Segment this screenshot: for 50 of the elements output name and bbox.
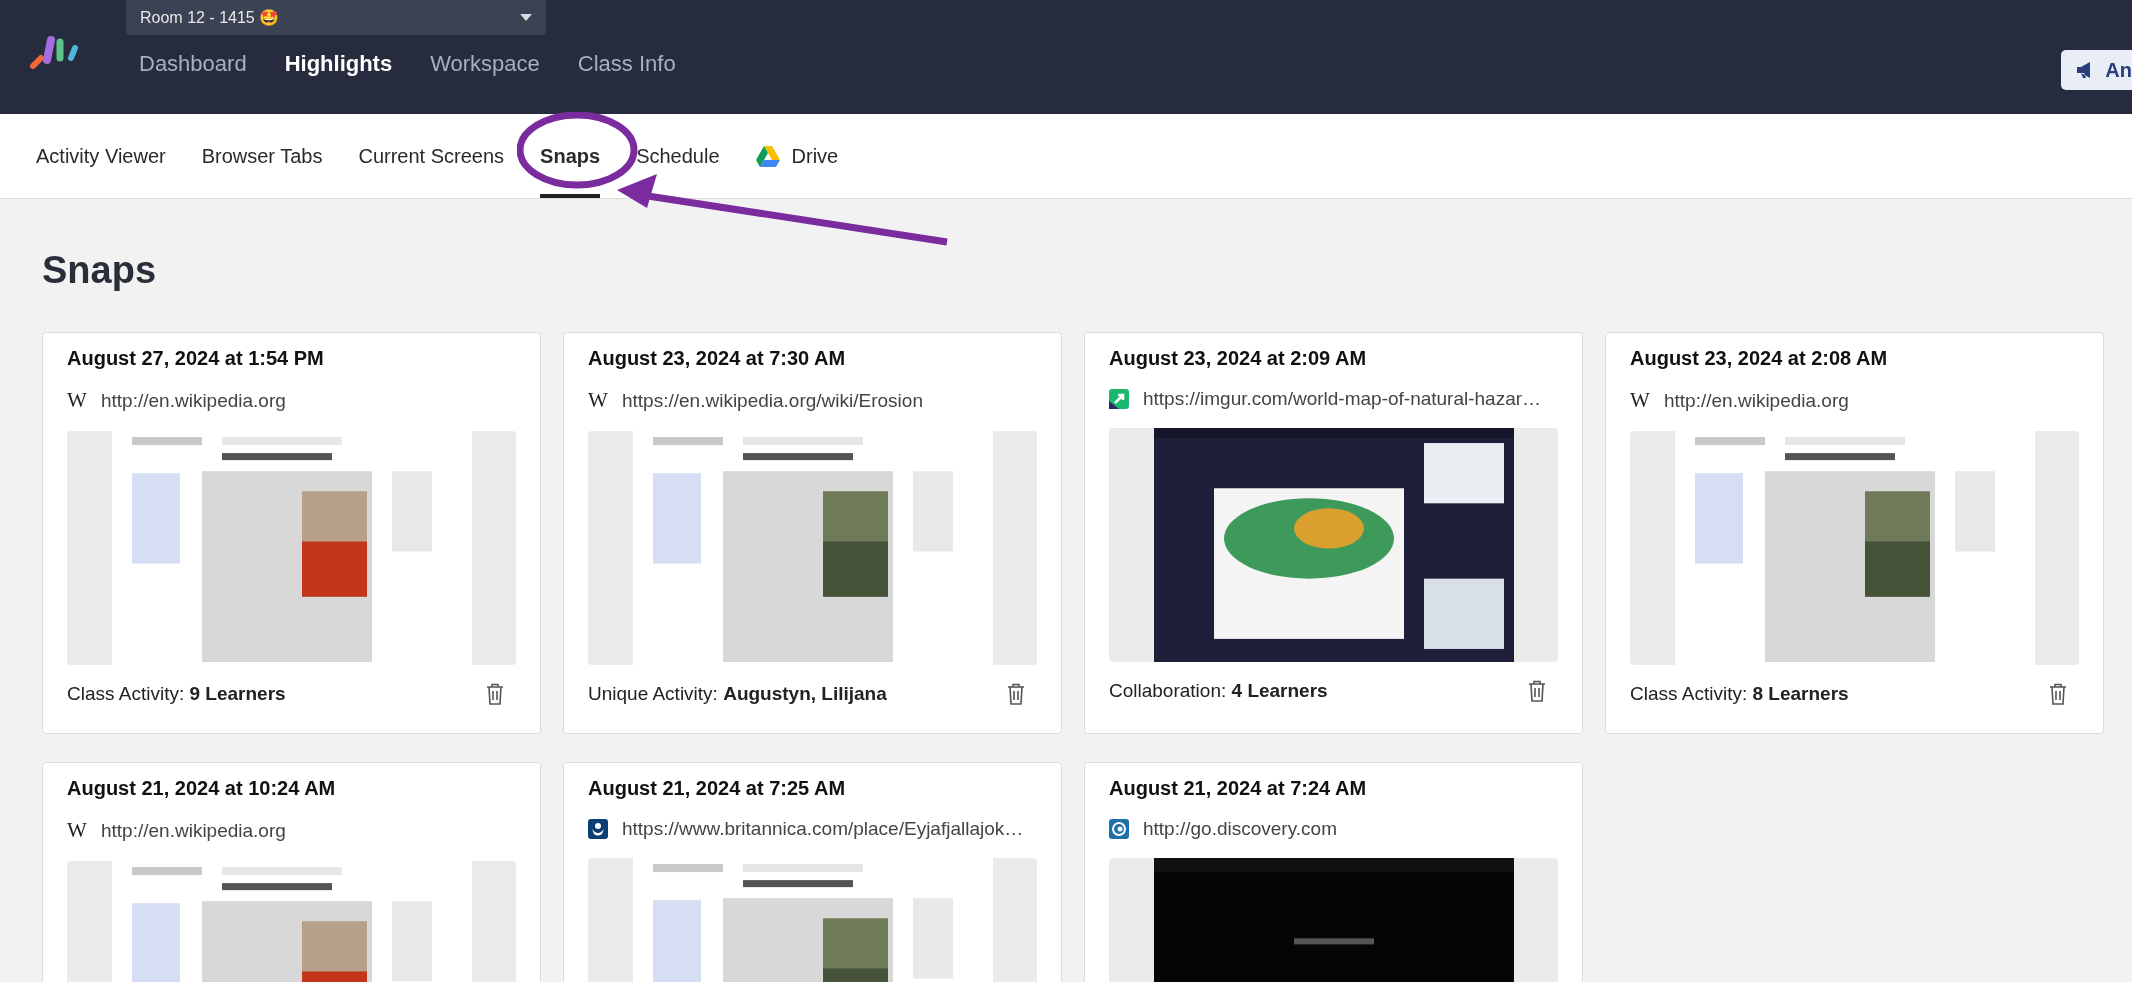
nav-tab[interactable]: Workspace <box>430 51 540 77</box>
trash-icon[interactable] <box>486 683 504 705</box>
snap-date: August 23, 2024 at 2:08 AM <box>1630 347 1889 370</box>
trash-icon[interactable] <box>1528 680 1546 702</box>
spiral-icon <box>1109 819 1129 839</box>
snap-card[interactable]: August 23, 2024 at 2:08 AM W http://en.wikipedia.org Class Activity: 8 Learners <box>1605 332 2104 734</box>
snap-url[interactable]: http://en.wikipedia.org <box>101 819 286 842</box>
activity-summary: Unique Activity: Augustyn, Lilijana <box>588 683 887 705</box>
snap-card[interactable]: August 21, 2024 at 10:24 AM W http://en.wikipedia.org <box>42 762 541 982</box>
activity-summary: Class Activity: 8 Learners <box>1630 683 1849 705</box>
snap-url[interactable]: http://go.discovery.com <box>1143 818 1337 840</box>
snap-date: August 23, 2024 at 7:30 AM <box>588 347 847 370</box>
snap-url[interactable]: http://en.wikipedia.org <box>101 389 286 412</box>
emblem-icon <box>588 819 608 839</box>
sub-tab[interactable]: Schedule <box>636 114 720 198</box>
snap-url[interactable]: https://en.wikipedia.org/wiki/Erosion <box>622 389 923 412</box>
snap-date: August 21, 2024 at 7:24 AM <box>1109 777 1368 800</box>
drive-icon <box>755 145 780 167</box>
snap-card[interactable]: August 21, 2024 at 7:24 AM http://go.discovery.com <box>1084 762 1583 982</box>
snap-card[interactable]: August 21, 2024 at 7:25 AM https://www.britannica.com/place/Eyjafjallajok… <box>563 762 1062 982</box>
sub-tab[interactable]: Browser Tabs <box>201 114 323 198</box>
sub-tab[interactable]: Activity Viewer <box>36 114 166 198</box>
nav-tab[interactable]: Dashboard <box>139 51 247 77</box>
snap-url[interactable]: http://en.wikipedia.org <box>1664 389 1849 412</box>
activity-summary: Collaboration: 4 Learners <box>1109 680 1328 702</box>
snap-date: August 27, 2024 at 1:54 PM <box>67 347 325 370</box>
snap-date: August 21, 2024 at 10:24 AM <box>67 777 337 800</box>
room-dropdown[interactable]: Room 12 - 1415 🤩 <box>126 0 546 35</box>
site-icon: W <box>67 388 87 413</box>
site-icon: W <box>1630 388 1650 413</box>
sub-tab[interactable]: Current Screens <box>358 114 505 198</box>
nav-tab[interactable]: Class Info <box>577 51 676 77</box>
snap-card[interactable]: August 23, 2024 at 7:30 AM W https://en.wikipedia.org/wiki/Erosion Unique Activity: Augustyn, Lilijana <box>563 332 1062 734</box>
sub-tab[interactable]: Drive <box>755 114 839 198</box>
page-heading: Snaps <box>42 248 158 293</box>
sub-tab[interactable]: Snaps <box>540 114 601 198</box>
snap-url[interactable]: https://www.britannica.com/place/Eyjafjallajok… <box>622 818 1024 840</box>
caret-icon <box>520 14 532 21</box>
trash-icon[interactable] <box>2049 683 2067 705</box>
snap-url[interactable]: https://imgur.com/world-map-of-natural-hazar… <box>1143 388 1542 410</box>
trash-icon[interactable] <box>1007 683 1025 705</box>
activity-summary: Class Activity: 9 Learners <box>67 683 286 705</box>
snap-card[interactable]: August 27, 2024 at 1:54 PM W http://en.wikipedia.org Class Activity: 9 Learners <box>42 332 541 734</box>
nav-tab[interactable]: Highlights <box>284 51 393 77</box>
snap-date: August 21, 2024 at 7:25 AM <box>588 777 847 800</box>
snap-date: August 23, 2024 at 2:09 AM <box>1109 347 1368 370</box>
announce-button[interactable]: An <box>2061 50 2132 90</box>
snap-card[interactable]: August 23, 2024 at 2:09 AM https://imgur.com/world-map-of-natural-hazar… Collaboration: 4 Learners <box>1084 332 1583 734</box>
site-icon: W <box>67 818 87 843</box>
site-icon: W <box>588 388 608 413</box>
